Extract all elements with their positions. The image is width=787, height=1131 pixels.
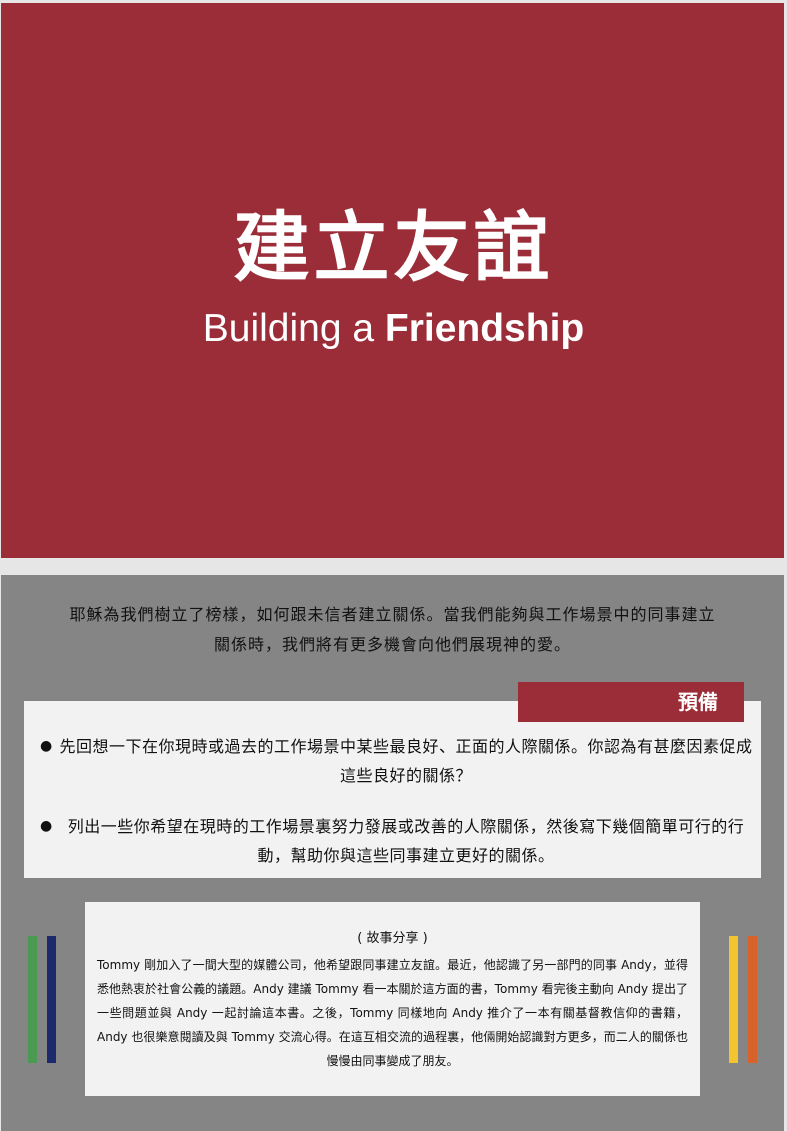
story-heading: ( 故事分享 ) <box>357 931 428 946</box>
intro-paragraph: 耶穌為我們樹立了榜樣，如何跟未信者建立關係。當我們能夠與工作場景中的同事建立 關… <box>50 600 735 660</box>
prepare-list: ● 先回想一下在你現時或過去的工作場景中某些最良好、正面的人際關係。你認為有甚麼因… <box>34 732 754 892</box>
intro-line-2: 關係時，我們將有更多機會向他們展現神的愛。 <box>213 635 571 654</box>
list-item: ● 列出一些你希望在現時的工作場景裏努力發展或改善的人際關係，然後寫下幾個簡單可行… <box>34 812 754 870</box>
title-english-regular: Building a <box>202 307 385 350</box>
prepare-tag: 預備 <box>518 682 744 722</box>
stripe-green <box>28 936 37 1063</box>
story-body: Tommy 剛加入了一間大型的媒體公司，他希望跟同事建立友誼。最近，他認識了另一… <box>97 958 688 1068</box>
title-english: Building a Friendship <box>0 304 787 354</box>
intro-line-1: 耶穌為我們樹立了榜樣，如何跟未信者建立關係。當我們能夠與工作場景中的同事建立 <box>69 605 716 624</box>
bullet-icon: ● <box>40 818 53 834</box>
list-item-text: 先回想一下在你現時或過去的工作場景中某些最良好、正面的人際關係。你認為有甚麼因素… <box>59 737 753 785</box>
title-english-bold: Friendship <box>384 307 585 350</box>
stripe-navy <box>47 936 56 1063</box>
list-item-text: 列出一些你希望在現時的工作場景裏努力發展或改善的人際關係，然後寫下幾個簡單可行的… <box>67 817 745 865</box>
title-chinese: 建立友誼 <box>233 203 554 292</box>
stripe-yellow <box>729 936 738 1063</box>
bullet-icon: ● <box>40 738 53 754</box>
list-item: ● 先回想一下在你現時或過去的工作場景中某些最良好、正面的人際關係。你認為有甚麼因… <box>34 732 754 790</box>
stripe-orange <box>748 936 757 1063</box>
